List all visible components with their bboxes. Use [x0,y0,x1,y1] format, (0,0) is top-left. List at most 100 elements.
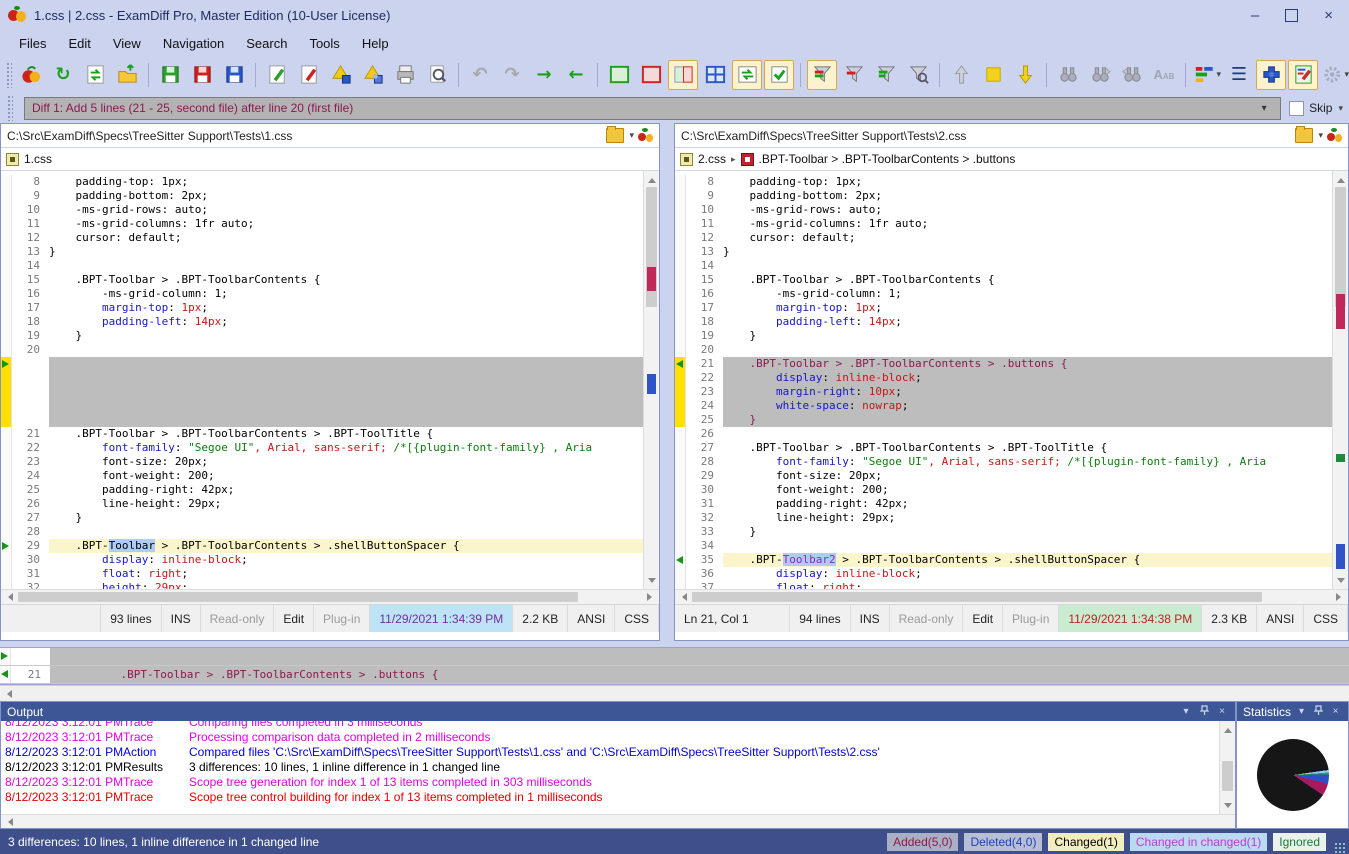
code-line[interactable]: 35 .BPT-Toolbar2 > .BPT-ToolbarContents … [675,553,1332,567]
code-line[interactable]: 26 [675,427,1332,441]
show-both-button[interactable] [668,60,698,90]
output-log-row[interactable]: 8/12/2023 3:12:01 PMActionCompared files… [1,745,1219,760]
breadcrumb-item[interactable]: .BPT-Toolbar > .BPT-ToolbarContents > .b… [759,152,1016,166]
code-line[interactable]: 12 cursor: default; [1,231,643,245]
code-line[interactable]: 29 font-size: 20px; [675,469,1332,483]
toolbar-overflow-icon[interactable]: ▾ [1338,103,1343,114]
compare-fruit-icon[interactable] [1327,128,1342,143]
code-line[interactable]: 15 .BPT-Toolbar > .BPT-ToolbarContents { [675,273,1332,287]
code-line[interactable]: 22 font-family: "Segoe UI", Arial, sans-… [1,441,643,455]
code-line[interactable] [1,413,643,427]
output-log-row[interactable]: 8/12/2023 3:12:01 PMTraceProcessing comp… [1,730,1219,745]
close-button[interactable]: × [1324,8,1333,23]
code-line[interactable]: 13} [675,245,1332,259]
code-line[interactable]: 19 } [1,329,643,343]
code-line[interactable]: 29 .BPT-Toolbar > .BPT-ToolbarContents >… [1,539,643,553]
code-line[interactable] [1,357,643,371]
code-line[interactable]: 10 -ms-grid-rows: auto; [1,203,643,217]
plugins-button[interactable] [1256,60,1286,90]
line-details-button[interactable]: ☰ [1224,60,1254,90]
save-as-second-button[interactable] [358,60,388,90]
code-line[interactable] [1,371,643,385]
edit-options-button[interactable] [1288,60,1318,90]
filter-added-button[interactable] [871,60,901,90]
code-line[interactable]: 23 margin-right: 10px; [675,385,1332,399]
code-line[interactable]: 32 height: 29px; [1,581,643,589]
code-line[interactable]: 8 padding-top: 1px; [1,175,643,189]
code-line[interactable]: 30 font-weight: 200; [675,483,1332,497]
save-as-first-button[interactable] [326,60,356,90]
code-line[interactable]: 16 -ms-grid-column: 1; [1,287,643,301]
show-first-only-button[interactable] [604,60,634,90]
code-line[interactable]: 11 -ms-grid-columns: 1fr auto; [1,217,643,231]
menu-search[interactable]: Search [235,32,298,55]
code-line[interactable]: 14 [675,259,1332,273]
code-line[interactable]: 37 float: right; [675,581,1332,589]
print-preview-button[interactable] [422,60,452,90]
current-diff-line[interactable]: 21 .BPT-Toolbar > .BPT-ToolbarContents >… [0,666,1349,684]
code-line[interactable]: 33 } [675,525,1332,539]
show-grid-button[interactable] [700,60,730,90]
code-line[interactable]: 12 cursor: default; [675,231,1332,245]
save-first-button[interactable] [155,60,185,90]
auto-recompare-button[interactable] [764,60,794,90]
undo-button[interactable]: ↶ [465,60,495,90]
code-line[interactable]: 15 .BPT-Toolbar > .BPT-ToolbarContents { [1,273,643,287]
second-file-vscrollbar[interactable] [1332,171,1348,589]
code-line[interactable]: 18 padding-left: 14px; [1,315,643,329]
previous-difference-button[interactable] [946,60,976,90]
code-line[interactable]: 25 padding-right: 42px; [1,483,643,497]
menu-tools[interactable]: Tools [298,32,350,55]
first-file-hscrollbar[interactable] [1,589,659,604]
code-line[interactable]: 27 } [1,511,643,525]
output-log-row[interactable]: 8/12/2023 3:12:01 PMTraceScope tree cont… [1,790,1219,805]
code-line[interactable] [1,399,643,413]
menu-edit[interactable]: Edit [57,32,101,55]
browse-folder-icon[interactable] [1295,128,1313,143]
breadcrumb-item[interactable]: 2.css [698,152,726,166]
code-line[interactable]: 8 padding-top: 1px; [675,175,1332,189]
code-line[interactable]: 24 white-space: nowrap; [675,399,1332,413]
settings-button[interactable]: ▾ [1320,60,1349,90]
code-line[interactable]: 17 margin-top: 1px; [675,301,1332,315]
code-line[interactable]: 23 font-size: 20px; [1,455,643,469]
output-hscrollbar[interactable] [1,814,1235,828]
chevron-down-icon[interactable]: ▾ [1318,130,1323,141]
menu-navigation[interactable]: Navigation [152,32,235,55]
code-line[interactable]: 21 .BPT-Toolbar > .BPT-ToolbarContents >… [675,357,1332,371]
filter-all-button[interactable] [807,60,837,90]
output-log-row[interactable]: 8/12/2023 3:12:01 PMResults3 differences… [1,760,1219,775]
edit-second-button[interactable] [294,60,324,90]
code-line[interactable]: 13} [1,245,643,259]
first-file-code[interactable]: 8 padding-top: 1px;9 padding-bottom: 2px… [1,171,643,589]
code-line[interactable]: 31 float: right; [1,567,643,581]
match-case-button[interactable]: AAB [1149,60,1179,90]
second-file-code[interactable]: 8 padding-top: 1px;9 padding-bottom: 2px… [675,171,1332,589]
code-line[interactable]: 24 font-weight: 200; [1,469,643,483]
next-difference-button[interactable] [1010,60,1040,90]
view-options-button[interactable]: ▾ [1192,60,1222,90]
print-button[interactable] [390,60,420,90]
chevron-down-icon[interactable]: ▾ [1255,103,1273,114]
minimize-button[interactable]: – [1251,8,1259,23]
code-line[interactable] [1,385,643,399]
auto-sync-button[interactable] [732,60,762,90]
code-line[interactable]: 32 line-height: 29px; [675,511,1332,525]
code-line[interactable]: 28 [1,525,643,539]
skip-checkbox[interactable] [1289,101,1304,116]
chevron-down-icon[interactable]: ▾ [1179,706,1193,717]
open-folder-button[interactable] [112,60,142,90]
close-icon[interactable]: × [1329,706,1342,717]
code-line[interactable]: 34 [675,539,1332,553]
code-line[interactable]: 36 display: inline-block; [675,567,1332,581]
find-prev-button[interactable] [1117,60,1147,90]
code-line[interactable]: 19 } [675,329,1332,343]
pin-icon[interactable] [1312,705,1325,719]
browse-folder-icon[interactable] [606,128,624,143]
diff-combo[interactable]: Diff 1: Add 5 lines (21 - 25, second fil… [24,97,1281,120]
compare-files-button[interactable] [16,60,46,90]
save-second-button[interactable] [187,60,217,90]
code-line[interactable]: 30 display: inline-block; [1,553,643,567]
code-line[interactable]: 28 font-family: "Segoe UI", Arial, sans-… [675,455,1332,469]
code-line[interactable]: 25 } [675,413,1332,427]
